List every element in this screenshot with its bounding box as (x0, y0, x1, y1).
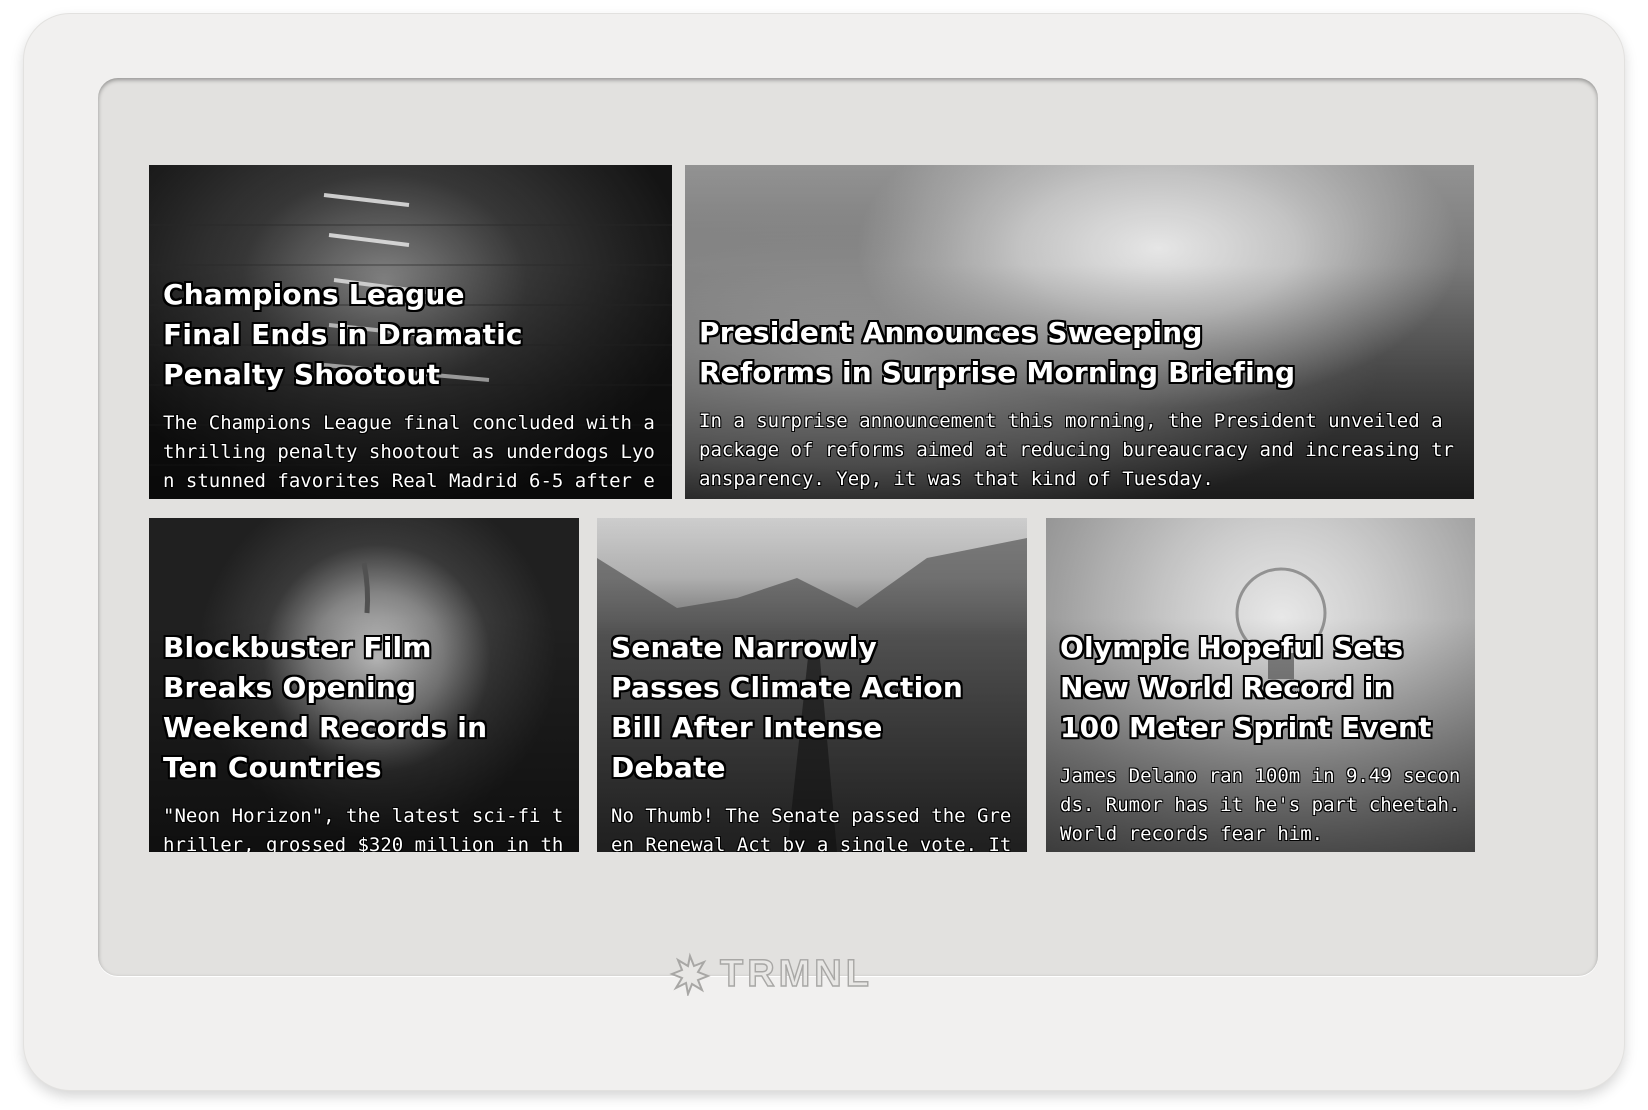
device-bezel: Champions League Final Ends in Dramatic … (24, 14, 1624, 1090)
article-card-3[interactable]: Blockbuster Film Breaks Opening Weekend … (149, 518, 579, 852)
article-card-5[interactable]: Olympic Hopeful Sets New World Record in… (1046, 518, 1475, 852)
article-headline: Senate Narrowly Passes Climate Action Bi… (611, 631, 963, 784)
article-card-4[interactable]: Senate Narrowly Passes Climate Action Bi… (597, 518, 1027, 852)
article-card-1[interactable]: Champions League Final Ends in Dramatic … (149, 165, 672, 499)
article-card-2[interactable]: President Announces Sweeping Reforms in … (685, 165, 1474, 499)
article-summary: The Champions League final concluded wit… (163, 412, 655, 492)
eink-screen: Champions League Final Ends in Dramatic … (98, 78, 1598, 976)
brand-wordmark: TRMNL (719, 952, 873, 995)
article-content: Blockbuster Film Breaks Opening Weekend … (163, 628, 567, 852)
article-content: President Announces Sweeping Reforms in … (699, 313, 1462, 494)
trmnl-logo-icon (669, 952, 711, 996)
article-content: Champions League Final Ends in Dramatic … (163, 275, 660, 496)
article-headline: Blockbuster Film Breaks Opening Weekend … (163, 631, 488, 784)
article-headline: Olympic Hopeful Sets New World Record in… (1060, 631, 1432, 744)
article-headline: President Announces Sweeping Reforms in … (699, 316, 1296, 389)
trmnl-logo: TRMNL (668, 952, 908, 996)
article-content: Olympic Hopeful Sets New World Record in… (1060, 628, 1463, 849)
article-headline: Champions League Final Ends in Dramatic … (163, 278, 523, 391)
article-summary: James Delano ran 100m in 9.49 seconds. R… (1060, 765, 1461, 845)
article-summary: "Neon Horizon", the latest sci-fi thrill… (163, 805, 564, 852)
article-summary: No Thumb! The Senate passed the Green Re… (611, 805, 1012, 852)
article-summary: In a surprise announcement this morning,… (699, 410, 1454, 490)
article-content: Senate Narrowly Passes Climate Action Bi… (611, 628, 1015, 852)
